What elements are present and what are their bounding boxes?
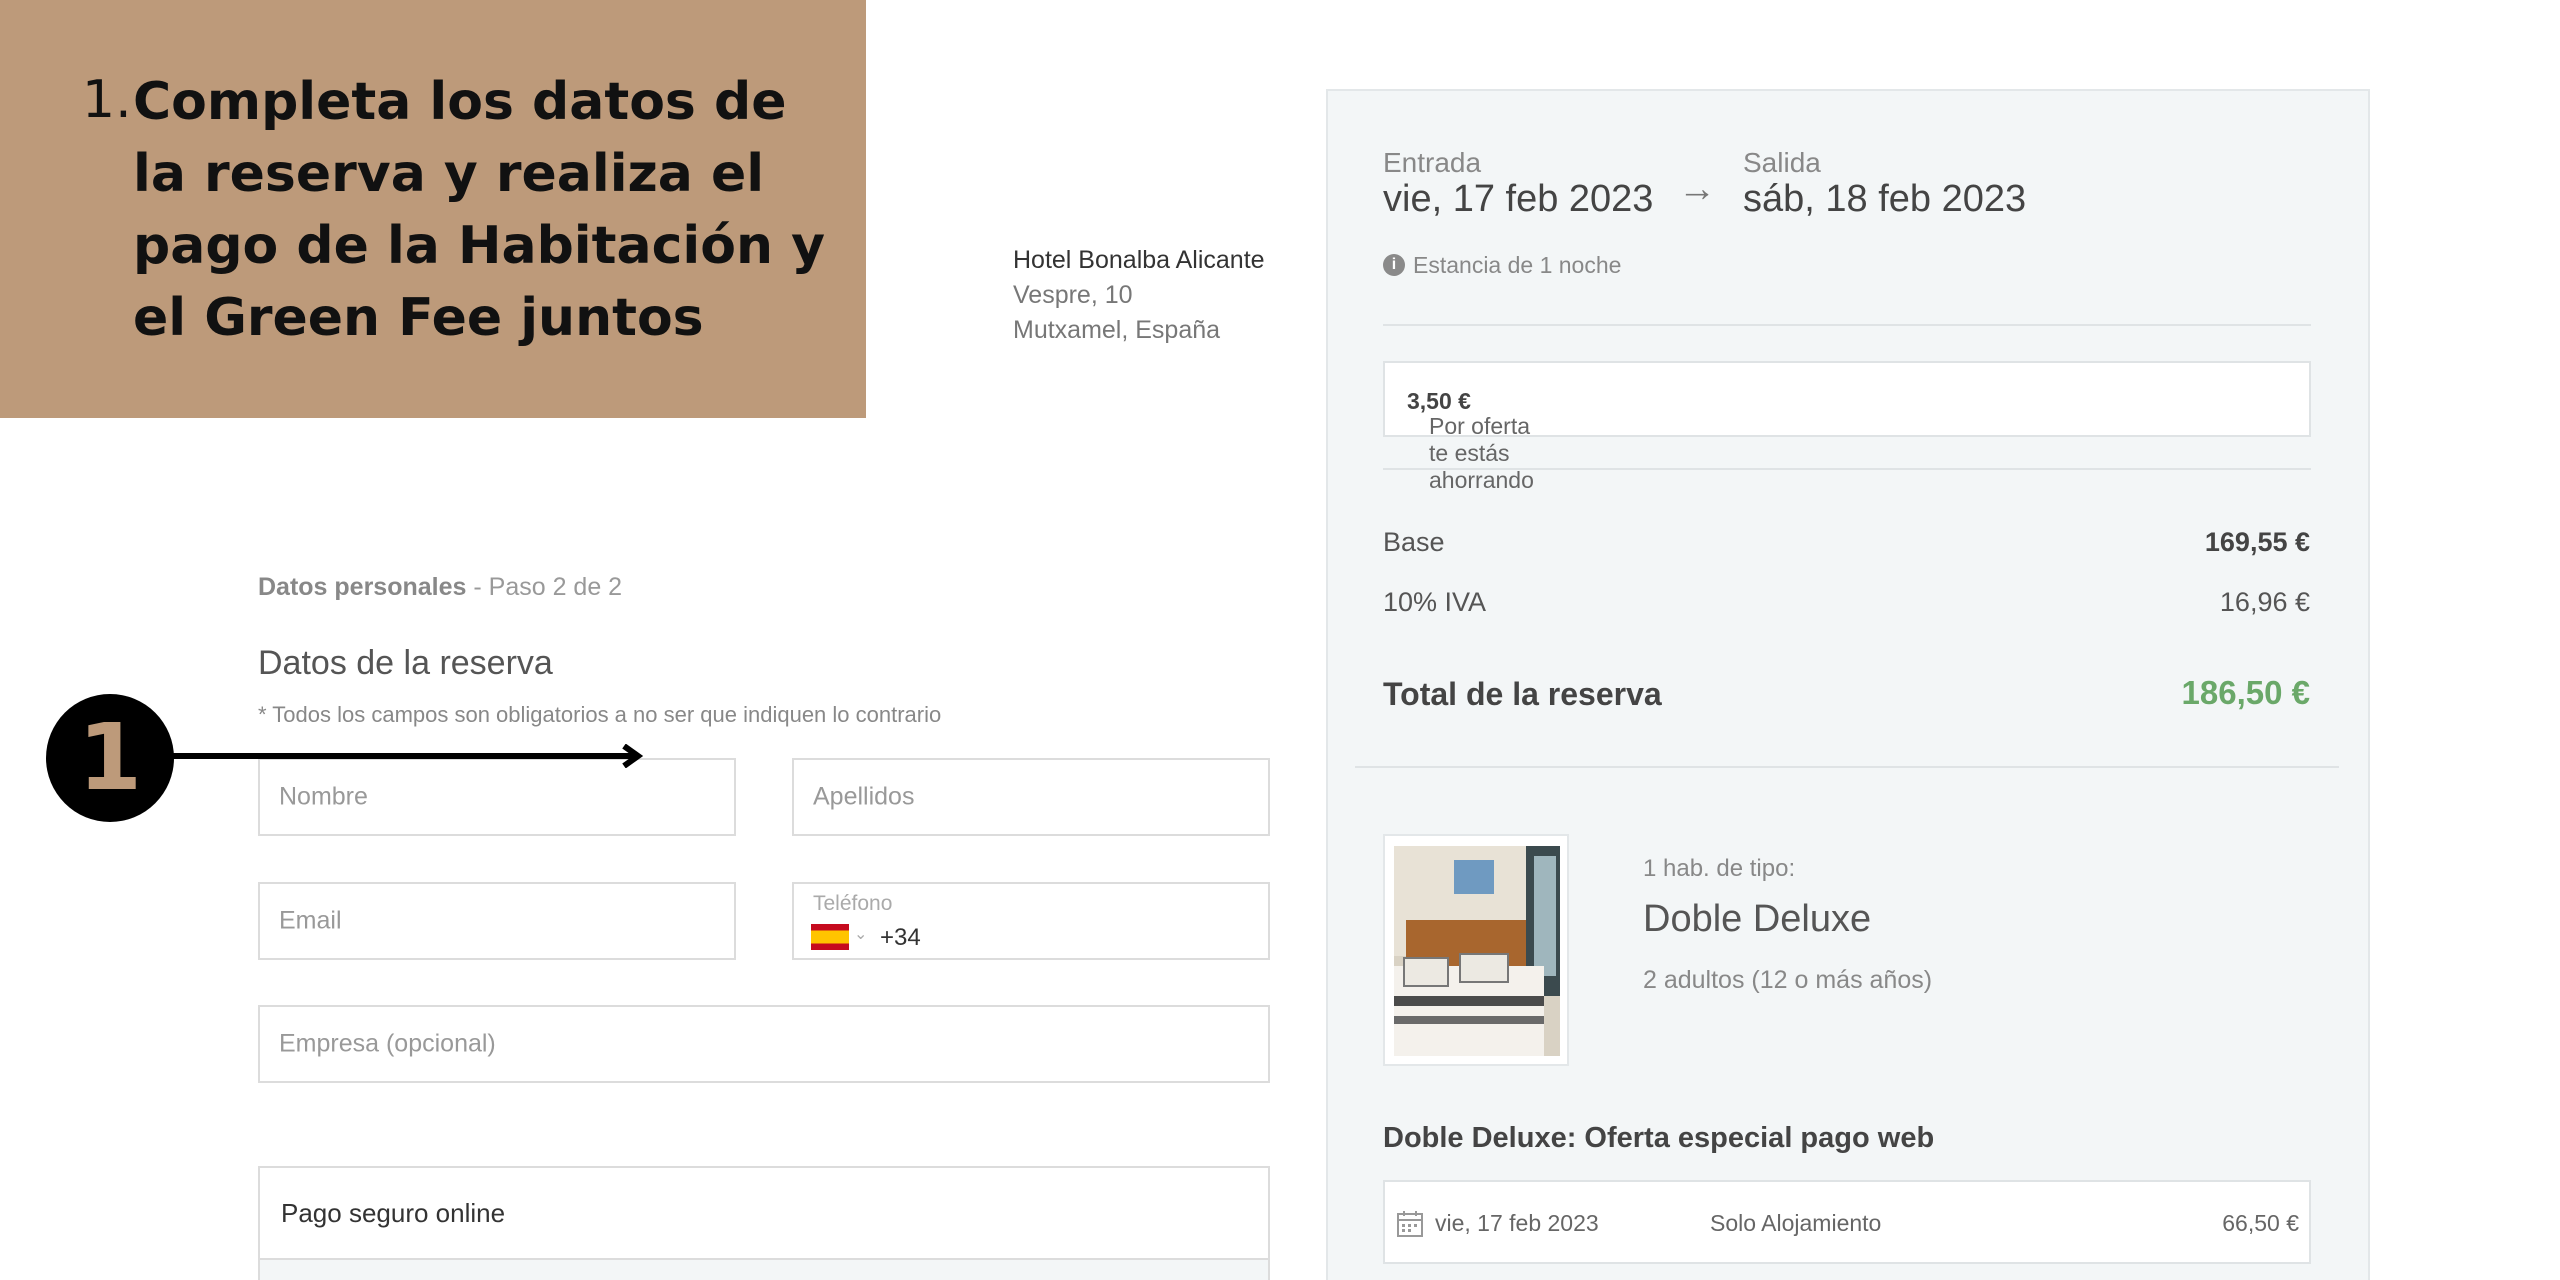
step-count: - Paso 2 de 2 <box>466 573 623 601</box>
empresa-placeholder: Empresa (opcional) <box>279 1029 496 1058</box>
calendar-icon <box>1397 1211 1423 1237</box>
offer-amount: 3,50 € <box>1407 388 1471 414</box>
form-title: Datos de la reserva <box>258 644 553 682</box>
telefono-prefix: +34 <box>880 924 921 951</box>
entrada-date: vie, 17 feb 2023 <box>1383 178 1654 220</box>
step-badge-number: 1 <box>77 704 142 811</box>
telefono-input[interactable]: Teléfono ⌄ +34 <box>792 882 1270 960</box>
night-row: vie, 17 feb 2023 Solo Alojamiento 66,50 … <box>1383 1180 2311 1264</box>
nombre-input[interactable]: Nombre <box>258 758 736 836</box>
email-placeholder: Email <box>279 906 342 935</box>
offer-box: Por oferta te estás ahorrando 3,50 € <box>1383 361 2311 493</box>
base-label: Base <box>1383 527 1445 557</box>
entrada-label: Entrada <box>1383 147 1482 178</box>
pointer-arrow-icon <box>168 744 644 768</box>
night-date: vie, 17 feb 2023 <box>1435 1210 1599 1236</box>
nombre-placeholder: Nombre <box>279 782 368 811</box>
pago-seguro-section[interactable]: Pago seguro online <box>258 1166 1270 1280</box>
step-indicator: Datos personales - Paso 2 de 2 <box>258 573 622 602</box>
salida-date: sáb, 18 feb 2023 <box>1743 178 2027 220</box>
divider <box>1383 468 2311 470</box>
rate-title: Doble Deluxe: Oferta especial pago web <box>1383 1122 1935 1154</box>
hotel-street: Vespre, 10 <box>1013 281 1133 309</box>
step-badge: 1 <box>46 694 174 822</box>
email-input[interactable]: Email <box>258 882 736 960</box>
hotel-city: Mutxamel, España <box>1013 316 1221 344</box>
pago-body <box>260 1258 1268 1280</box>
night-price: 66,50 € <box>2222 1210 2299 1236</box>
iva-value: 16,96 € <box>2219 587 2310 617</box>
apellidos-input[interactable]: Apellidos <box>792 758 1270 836</box>
chevron-down-icon[interactable]: ⌄ <box>854 924 867 944</box>
info-icon: i <box>1383 254 1405 276</box>
divider <box>1383 324 2311 326</box>
iva-label: 10% IVA <box>1383 587 1487 617</box>
arrow-right-icon: → <box>1678 168 1716 210</box>
offer-text: Por oferta te estás ahorrando <box>1429 413 1534 493</box>
base-value: 169,55 € <box>2204 527 2310 557</box>
step-name: Datos personales <box>258 573 467 601</box>
night-regime: Solo Alojamiento <box>1710 1210 1882 1236</box>
estancia-text: Estancia de 1 noche <box>1413 252 1622 278</box>
room-photo[interactable] <box>1383 834 1569 1066</box>
divider <box>1355 766 2339 768</box>
required-note: * Todos los campos son obligatorios a no… <box>258 702 942 727</box>
spain-flag-icon[interactable] <box>811 924 849 950</box>
hotel-address: Hotel Bonalba Alicante Vespre, 10 Mutxam… <box>1013 243 1265 348</box>
instruction-number: 1. <box>82 70 132 130</box>
total-value: 186,50 € <box>2181 674 2310 711</box>
hotel-name: Hotel Bonalba Alicante <box>1013 246 1265 274</box>
empresa-input[interactable]: Empresa (opcional) <box>258 1005 1270 1083</box>
room-type-label: 1 hab. de tipo: <box>1643 855 1796 882</box>
instruction-text: Completa los datos de la reserva y reali… <box>133 72 825 348</box>
salida-label: Salida <box>1743 147 1821 178</box>
room-guests: 2 adultos (12 o más años) <box>1643 966 1933 994</box>
instruction-banner: 1. Completa los datos de la reserva y re… <box>0 0 866 418</box>
pago-title: Pago seguro online <box>281 1198 506 1228</box>
telefono-label: Teléfono <box>813 892 893 915</box>
total-label: Total de la reserva <box>1383 676 1662 712</box>
room-name: Doble Deluxe <box>1643 898 1872 940</box>
apellidos-placeholder: Apellidos <box>813 782 915 811</box>
